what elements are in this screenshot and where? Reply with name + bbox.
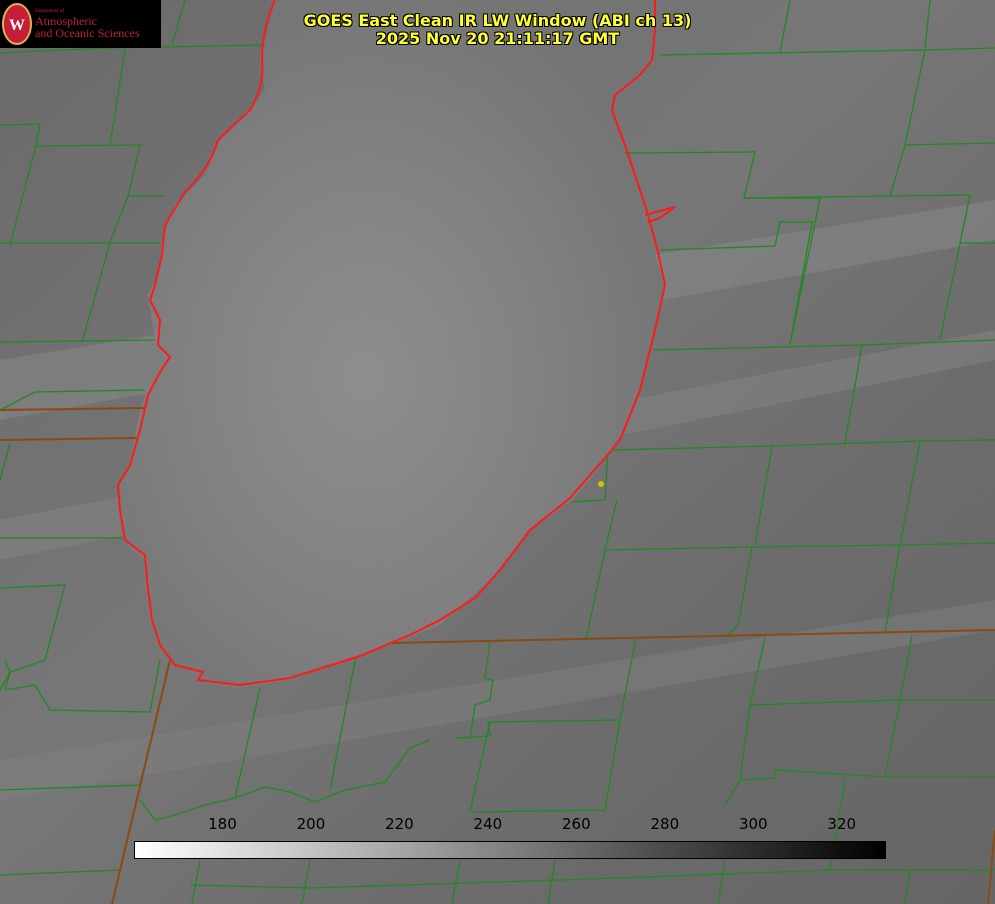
colorbar-tick-label: 180 — [208, 815, 237, 833]
station-marker — [598, 481, 604, 487]
title-line-1: GOES East Clean IR LW Window (ABI ch 13) — [303, 11, 692, 30]
colorbar-tick-label: 320 — [827, 815, 857, 833]
colorbar-tick-label: 200 — [296, 815, 326, 833]
colorbar-tick-label: 240 — [473, 815, 503, 833]
colorbar-tick-label: 220 — [385, 815, 414, 833]
colorbar — [134, 841, 886, 859]
colorbar-tick-label: 260 — [562, 815, 591, 833]
colorbar-tick-label: 280 — [650, 815, 680, 833]
satellite-image-viewer: W Department of Atmospheric and Oceanic … — [0, 0, 995, 904]
title-line-2: 2025 Nov 20 21:11:17 GMT — [375, 29, 620, 48]
image-title: GOES East Clean IR LW Window (ABI ch 13)… — [0, 12, 995, 48]
colorbar-tick-label: 300 — [738, 815, 768, 833]
satellite-map — [0, 0, 995, 904]
